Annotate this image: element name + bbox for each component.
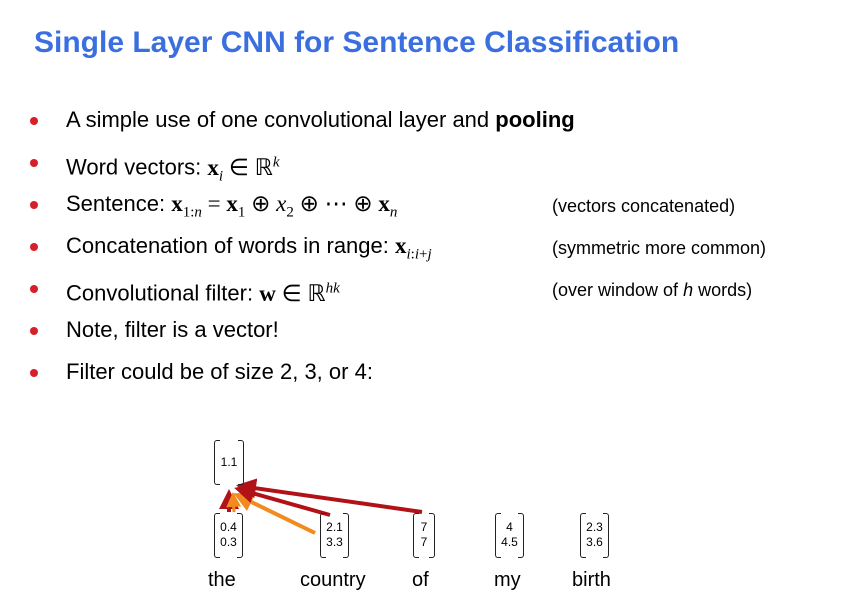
- bullet-dot: [30, 285, 38, 293]
- output-vector: 1.1: [214, 440, 244, 485]
- filter-formula: w ∈ ℝhk: [259, 280, 340, 306]
- bracket-right: [518, 513, 524, 558]
- bullet-dot: [30, 243, 38, 251]
- note-text: words): [693, 280, 753, 300]
- bracket-left: [413, 513, 419, 558]
- bullet-dot: [30, 117, 38, 125]
- bullet-text-plain: Word vectors:: [66, 154, 208, 180]
- bullet-dot: [30, 327, 38, 335]
- word-country: country: [300, 569, 366, 591]
- bullet-text: Sentence: x1:n = x1 ⊕ x2 ⊕ ⋯ ⊕ xn: [66, 188, 397, 229]
- bullet-dot: [30, 369, 38, 377]
- bracket-right: [237, 513, 243, 558]
- bracket-left: [214, 513, 220, 558]
- bullet-text: Convolutional filter: w ∈ ℝhk: [66, 272, 340, 310]
- arrow-the-orange: [226, 492, 242, 513]
- range-formula: xi:i+j: [394, 233, 432, 263]
- vector-value: 0.3: [220, 535, 237, 549]
- bracket-right: [343, 513, 349, 558]
- bullet-text-plain: Sentence:: [66, 191, 172, 216]
- vector-value: 4: [506, 520, 513, 534]
- vector-value: 2.1: [326, 520, 343, 534]
- word-the: the: [208, 569, 236, 591]
- vector-value: 3.6: [586, 535, 603, 549]
- bullet-note: (over window of h words): [552, 274, 752, 306]
- arrow-country: [234, 483, 331, 517]
- note-italic: h: [683, 280, 694, 300]
- slide-title: Single Layer CNN for Sentence Classifica…: [34, 26, 680, 59]
- word-birth: birth: [572, 569, 611, 591]
- bullet-text-plain: Concatenation of words in range:: [66, 233, 395, 258]
- bullet-dot: [30, 159, 38, 167]
- word-vector-country: 2.1 3.3: [320, 513, 349, 558]
- vector-value: 0.4: [220, 520, 237, 534]
- bullet-text-plain: A simple use of one convolutional layer …: [66, 107, 496, 132]
- arrow-of: [236, 478, 423, 514]
- bracket-left: [214, 440, 220, 485]
- bullet-text: Note, filter is a vector!: [66, 317, 279, 342]
- word-of: of: [412, 569, 429, 591]
- vector-value: 3.3: [326, 535, 343, 549]
- word-my: my: [494, 569, 521, 591]
- bullet-text-bold: pooling: [495, 107, 575, 132]
- word-vector-of: 7 7: [413, 513, 435, 558]
- word-vector-the: 0.4 0.3: [214, 513, 243, 558]
- arrow-country-orange: [233, 493, 316, 535]
- bracket-right: [603, 513, 609, 558]
- bullet-note: (vectors concatenated): [552, 196, 736, 216]
- vector-value: 4.5: [501, 535, 518, 549]
- bullet-text: Word vectors: xi ∈ ℝk: [66, 146, 280, 192]
- bracket-left: [580, 513, 586, 558]
- bullet-text: A simple use of one convolutional layer …: [66, 104, 575, 136]
- word-vector-formula: xi ∈ ℝk: [207, 154, 280, 185]
- bullet-text: Filter could be of size 2, 3, or 4:: [66, 359, 373, 384]
- bracket-right: [238, 440, 244, 485]
- bullet-note: (symmetric more common): [552, 238, 767, 258]
- bullet-dot: [30, 201, 38, 209]
- bracket-right: [429, 513, 435, 558]
- sentence-formula: x1:n = x1 ⊕ x2 ⊕ ⋯ ⊕ xn: [171, 191, 398, 221]
- note-text: (over window of: [552, 280, 684, 300]
- bracket-left: [320, 513, 326, 558]
- word-vector-birth: 2.3 3.6: [580, 513, 609, 558]
- bracket-left: [495, 513, 501, 558]
- word-vector-my: 4 4.5: [495, 513, 524, 558]
- bullet-text-plain: Convolutional filter:: [66, 280, 260, 306]
- bullet-text: Concatenation of words in range: xi:i+j: [66, 230, 432, 271]
- vector-value: 2.3: [586, 520, 603, 534]
